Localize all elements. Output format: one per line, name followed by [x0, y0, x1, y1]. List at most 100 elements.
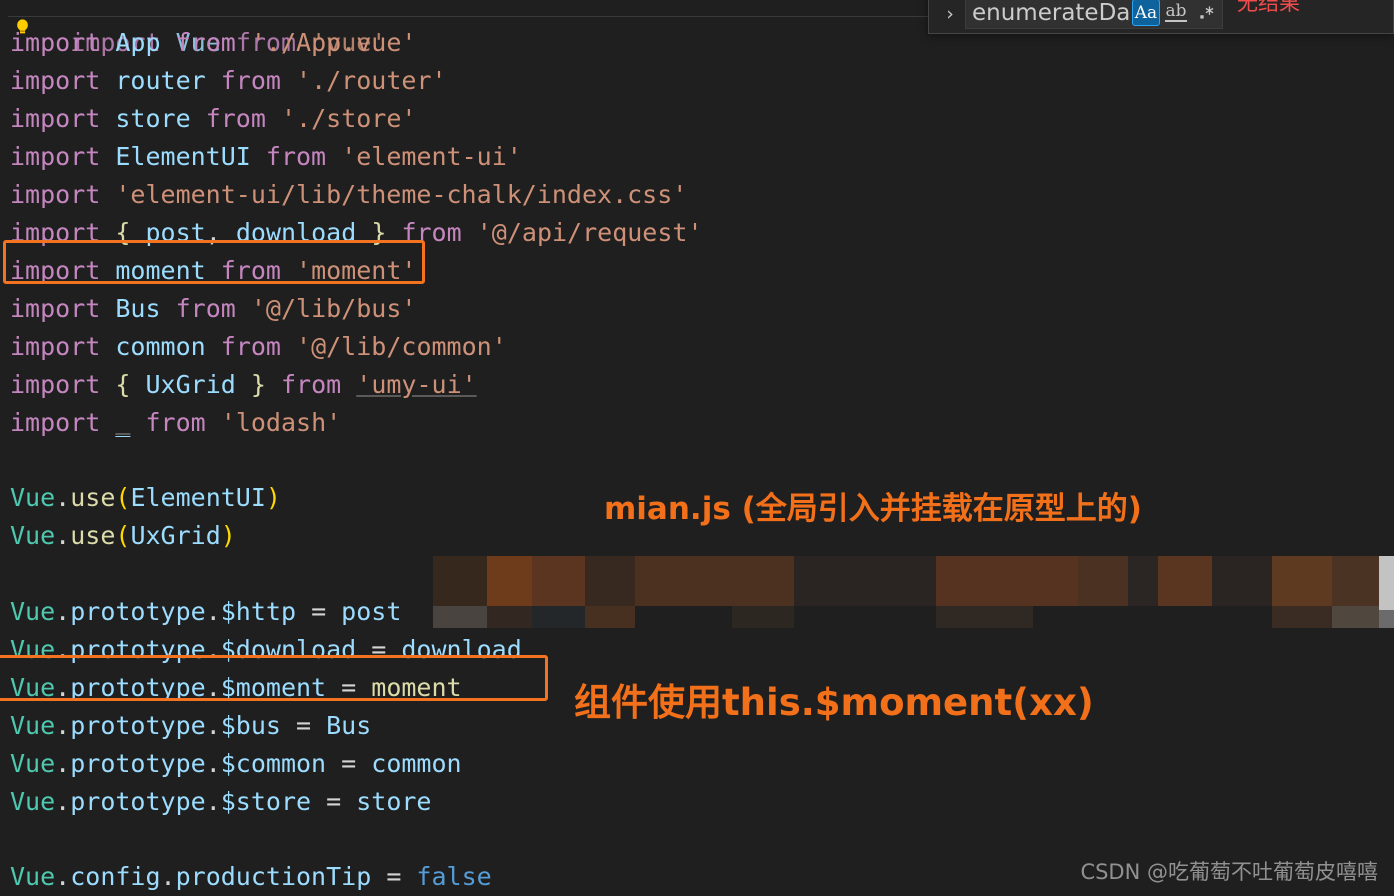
annotation-main-js: mian.js (全局引入并挂载在原型上的) [604, 491, 1142, 527]
code-line: import App from './App.vue' [10, 24, 416, 62]
code-token: 'lodash' [220, 408, 342, 437]
mosaic-tile [1033, 556, 1078, 606]
code-token: UxGrid [145, 370, 236, 399]
code-token: . [205, 597, 221, 626]
code-token: import [10, 408, 101, 437]
mosaic-tile [794, 606, 876, 628]
code-token: 'umy-ui' [356, 370, 477, 399]
code-token: import [10, 294, 101, 323]
code-token: './store' [280, 104, 417, 133]
toggle-replace-chevron-icon[interactable]: › [935, 0, 965, 29]
code-token: ElementUI [115, 142, 251, 171]
code-token: prototype [70, 787, 206, 816]
mosaic-tile [936, 606, 1033, 628]
mosaic-tile [876, 606, 936, 628]
mosaic-tile [1078, 606, 1128, 628]
mosaic-tile [487, 606, 532, 628]
code-editor[interactable]: import Vue from 'vue' import App from '.… [0, 0, 1394, 896]
find-input-wrapper[interactable]: Aa ab [965, 0, 1223, 29]
mosaic-tile [433, 556, 487, 606]
code-token: . [160, 862, 176, 891]
whole-word-icon[interactable]: ab [1162, 0, 1190, 26]
code-token: { [115, 370, 131, 399]
horizontal-scrollbar-track[interactable] [1379, 610, 1394, 628]
code-token: _ [115, 408, 131, 437]
code-token: '@/api/request' [476, 218, 703, 247]
code-token: common [115, 332, 206, 361]
code-token: import [10, 180, 101, 209]
code-token: prototype [70, 597, 206, 626]
code-token: import [10, 256, 101, 285]
code-token: Vue [10, 749, 56, 778]
match-case-icon[interactable]: Aa [1132, 0, 1160, 26]
code-token: from [205, 104, 266, 133]
code-token: download [235, 218, 357, 247]
mosaic-tile [532, 606, 585, 628]
code-token: . [55, 483, 71, 512]
code-line: Vue.prototype.$moment = moment [10, 669, 462, 707]
code-token: . [55, 635, 71, 664]
code-token: Vue [10, 862, 56, 891]
code-token: post [145, 218, 206, 247]
code-line: import 'element-ui/lib/theme-chalk/index… [10, 176, 687, 214]
code-token: } [250, 370, 266, 399]
code-token: use [70, 521, 116, 550]
code-line: Vue.prototype.$store = store [10, 783, 431, 821]
code-token: import [10, 218, 101, 247]
find-option-buttons[interactable]: Aa ab [1132, 0, 1220, 26]
regex-icon[interactable] [1192, 0, 1220, 26]
code-token: . [205, 635, 221, 664]
code-token: } [371, 218, 387, 247]
code-line: Vue.prototype.$common = common [10, 745, 462, 783]
code-token: from [265, 142, 327, 171]
mosaic-tile [1212, 606, 1272, 628]
regex-glyph [1199, 6, 1213, 19]
mosaic-tile [1272, 606, 1332, 628]
code-token: config [70, 862, 161, 891]
mosaic-tile [585, 606, 635, 628]
code-token: Vue [10, 521, 56, 550]
code-token: $download [220, 635, 357, 664]
mosaic-censored-region [433, 556, 1394, 628]
code-token: from [281, 370, 342, 399]
mosaic-tile [1078, 556, 1128, 606]
code-token: 'element-ui' [341, 142, 522, 171]
mosaic-tile [936, 556, 1033, 606]
code-line: Vue.use(ElementUI) [10, 479, 281, 517]
code-token: from [401, 218, 462, 247]
mosaic-tile [732, 606, 794, 628]
code-token: ( [115, 483, 131, 512]
code-token: $store [220, 787, 312, 816]
horizontal-scrollbar-thumb[interactable] [1379, 556, 1394, 610]
find-widget[interactable]: › Aa ab 无结果 [928, 0, 1394, 34]
code-token: from [220, 66, 281, 95]
code-token: Vue [10, 597, 56, 626]
code-line: Vue.prototype.$download = download [10, 631, 522, 669]
find-status-label: 无结果 [1237, 0, 1300, 15]
code-token: productionTip [175, 862, 372, 891]
code-token: $moment [220, 673, 327, 702]
code-token: = [326, 673, 372, 702]
code-line: Vue.use(UxGrid) [10, 517, 236, 555]
mosaic-tile [1158, 606, 1212, 628]
